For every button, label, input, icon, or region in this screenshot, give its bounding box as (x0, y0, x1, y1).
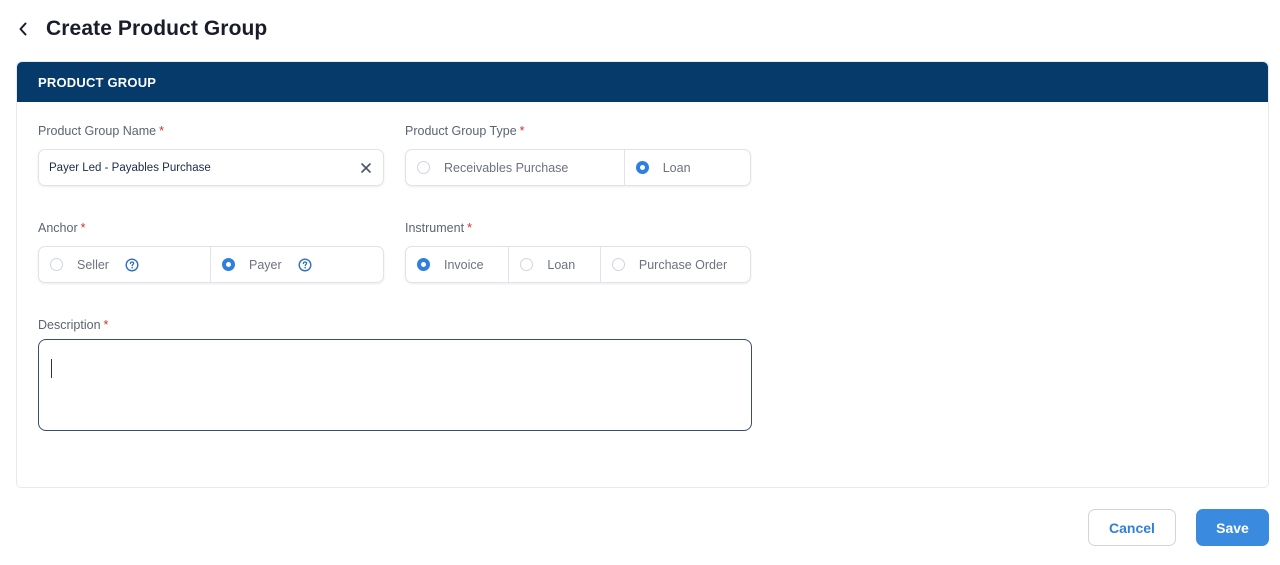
instrument-label: Instrument * (405, 221, 472, 235)
clear-button[interactable] (359, 161, 373, 175)
instrument-radio-group: Invoice Loan Purchase Order (405, 246, 751, 283)
option-label: Payer (249, 257, 282, 272)
option-label: Receivables Purchase (444, 160, 569, 175)
instrument-field: Instrument * Invoice Loan Purchase Order (405, 221, 751, 285)
anchor-radio-group: Seller Payer (38, 246, 384, 283)
instrument-option-loan[interactable]: Loan (509, 247, 601, 282)
option-label: Invoice (444, 257, 484, 272)
instrument-option-purchase-order[interactable]: Purchase Order (601, 247, 750, 282)
option-label: Loan (662, 160, 691, 175)
page-title: Create Product Group (46, 17, 268, 40)
radio-unselected-icon (611, 258, 625, 271)
type-option-loan[interactable]: Loan (625, 150, 750, 185)
chevron-left-icon (19, 22, 27, 36)
question-circle-icon (125, 257, 139, 272)
description-field: Description * (38, 318, 752, 432)
option-label: Seller (77, 257, 109, 272)
save-button[interactable]: Save (1196, 509, 1269, 546)
anchor-option-payer[interactable]: Payer (211, 247, 383, 282)
product-group-name-field: Product Group Name * (38, 124, 384, 188)
radio-unselected-icon (50, 258, 63, 271)
anchor-label: Anchor * (38, 221, 86, 235)
close-icon (361, 162, 371, 173)
description-label: Description * (38, 318, 109, 332)
cancel-button[interactable]: Cancel (1088, 509, 1176, 546)
option-label: Purchase Order (638, 257, 728, 272)
question-circle-icon (298, 257, 312, 272)
product-group-card: PRODUCT GROUP Product Group Name* Produc… (16, 61, 1269, 488)
back-button[interactable] (18, 14, 34, 44)
section-title: PRODUCT GROUP (38, 74, 157, 90)
text-caret (51, 359, 52, 378)
product-group-type-field: Product Group Type * Receivables Purchase… (405, 124, 751, 188)
required-marker: * (519, 124, 525, 138)
radio-selected-icon (635, 161, 649, 174)
anchor-option-seller[interactable]: Seller (39, 247, 211, 282)
radio-selected-icon (222, 258, 235, 271)
instrument-option-invoice[interactable]: Invoice (406, 247, 510, 282)
type-option-receivables-purchase[interactable]: Receivables Purchase (406, 150, 625, 185)
required-marker: * (80, 221, 86, 235)
product-group-type-label: Product Group Type * (405, 124, 525, 138)
product-group-name-input-wrap (38, 149, 384, 186)
product-group-type-radio-group: Receivables Purchase Loan (405, 149, 751, 186)
radio-unselected-icon (417, 161, 430, 174)
required-marker: * (103, 318, 109, 332)
help-button[interactable] (125, 257, 139, 272)
required-marker: * (467, 221, 472, 235)
option-label: Loan (547, 257, 576, 272)
product-group-name-input[interactable] (49, 161, 359, 174)
radio-selected-icon (417, 258, 430, 271)
section-header: PRODUCT GROUP (17, 62, 1268, 102)
anchor-field: Anchor * Seller Payer (38, 221, 384, 285)
page-header: Create Product Group (18, 14, 267, 44)
radio-unselected-icon (520, 258, 534, 271)
product-group-name-label: Product Group Name * (38, 124, 164, 138)
required-marker: * (159, 124, 164, 138)
description-textarea[interactable] (38, 339, 752, 431)
help-button[interactable] (298, 257, 312, 272)
